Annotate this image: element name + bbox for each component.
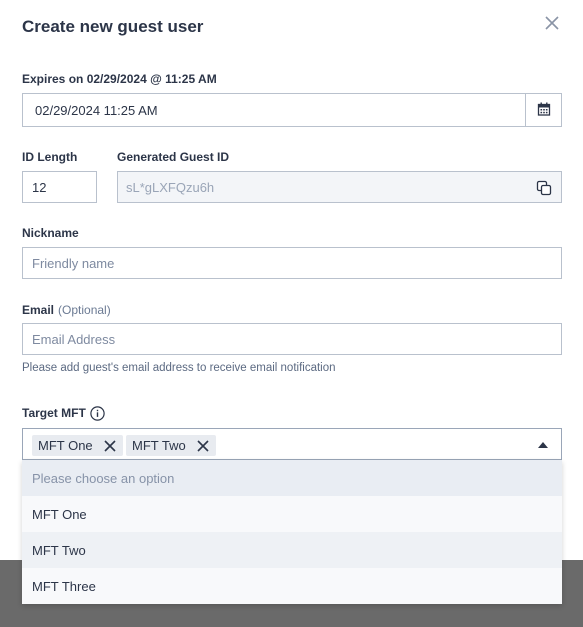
expires-datetime-input[interactable]: 02/29/2024 11:25 AM [22,93,562,127]
email-label-text: Email [22,303,55,317]
selected-tag: MFT Two [126,435,216,456]
calendar-icon [537,102,551,119]
remove-tag-icon[interactable] [103,439,117,453]
email-placeholder: Email Address [32,331,116,347]
guest-id-input: sL*gLXFQzu6h [117,171,562,203]
tag-label: MFT Two [132,438,186,453]
guest-id-value: sL*gLXFQzu6h [126,179,215,195]
target-mft-dropdown: Please choose an option MFT One MFT Two … [22,460,562,604]
copy-icon[interactable] [535,179,553,197]
dropdown-option[interactable]: MFT One [22,496,562,532]
guest-id-label: Generated Guest ID [117,150,230,164]
expires-value: 02/29/2024 11:25 AM [35,102,158,118]
nickname-placeholder: Friendly name [32,255,115,271]
tag-label: MFT One [38,438,93,453]
id-length-label: ID Length [22,150,78,164]
nickname-label: Nickname [22,226,79,240]
target-mft-label: Target MFT [22,406,86,420]
dropdown-option[interactable]: MFT Three [22,568,562,604]
info-icon[interactable] [90,406,105,421]
remove-tag-icon[interactable] [196,439,210,453]
dropdown-option[interactable]: MFT Two [22,532,562,568]
dropdown-option-placeholder[interactable]: Please choose an option [22,460,562,496]
target-mft-select[interactable]: MFT One MFT Two [22,428,562,460]
calendar-button[interactable] [525,94,561,126]
id-length-value: 12 [32,179,47,195]
expires-label: Expires on 02/29/2024 @ 11:25 AM [22,72,217,86]
email-input[interactable]: Email Address [22,323,562,355]
email-help-text: Please add guest's email address to rece… [22,362,336,374]
selected-tag: MFT One [32,435,123,456]
id-length-input[interactable]: 12 [22,171,97,203]
dialog-title: Create new guest user [22,17,204,36]
nickname-input[interactable]: Friendly name [22,247,562,279]
close-icon[interactable] [543,14,561,32]
email-label: Email (Optional) [22,303,111,317]
email-optional-text: (Optional) [58,303,111,317]
chevron-up-icon[interactable] [538,442,548,448]
